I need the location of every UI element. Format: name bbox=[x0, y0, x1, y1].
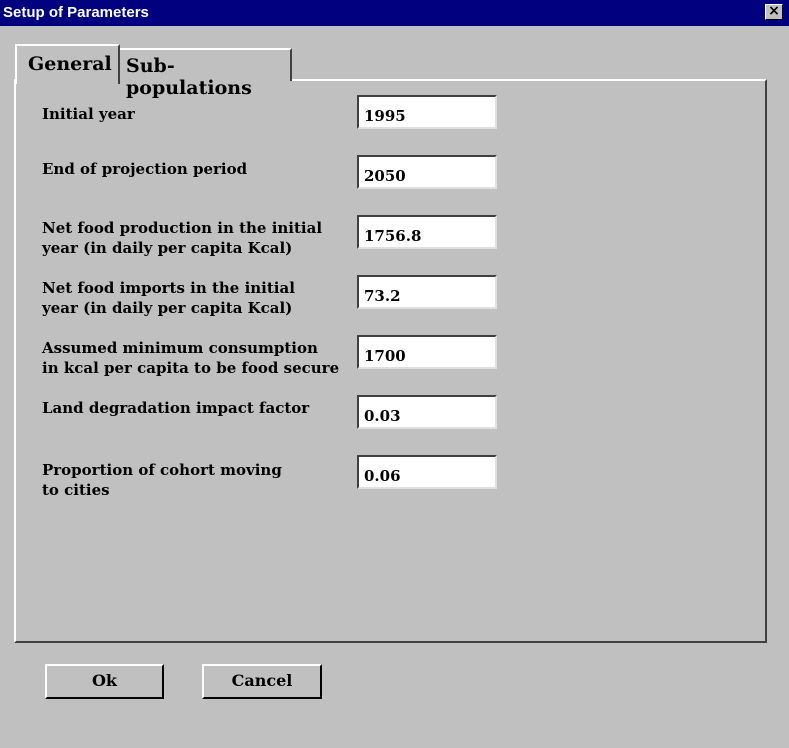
net-food-imports-label: Net food imports in the initial year (in… bbox=[42, 279, 295, 317]
cancel-button[interactable]: Cancel bbox=[202, 664, 322, 699]
initial-year-input[interactable] bbox=[357, 95, 497, 129]
net-food-imports-input[interactable] bbox=[357, 275, 497, 309]
cohort-moving-input[interactable] bbox=[357, 455, 497, 489]
close-button[interactable]: × bbox=[765, 4, 783, 20]
tab-general-label: General bbox=[28, 53, 112, 75]
ok-button[interactable]: Ok bbox=[45, 664, 164, 699]
initial-year-label: Initial year bbox=[42, 105, 135, 123]
tab-sub-populations-label: Sub-populations bbox=[126, 55, 252, 99]
end-of-projection-label: End of projection period bbox=[42, 160, 248, 178]
tab-sub-populations[interactable]: Sub-populations bbox=[120, 48, 292, 99]
cohort-moving-label: Proportion of cohort moving to cities bbox=[42, 461, 282, 499]
net-food-production-input[interactable] bbox=[357, 215, 497, 249]
cancel-button-label: Cancel bbox=[231, 671, 293, 690]
ok-button-label: Ok bbox=[91, 671, 118, 690]
close-icon: × bbox=[768, 3, 780, 19]
end-of-projection-input[interactable] bbox=[357, 155, 497, 189]
land-degradation-input[interactable] bbox=[357, 395, 497, 429]
title-bar: Setup of Parameters × bbox=[0, 0, 789, 26]
window-title: Setup of Parameters bbox=[3, 4, 149, 21]
net-food-production-label: Net food production in the initial year … bbox=[42, 219, 323, 257]
minimum-consumption-input[interactable] bbox=[357, 335, 497, 369]
land-degradation-label: Land degradation impact factor bbox=[42, 399, 310, 417]
minimum-consumption-label: Assumed minimum consumption in kcal per … bbox=[42, 339, 340, 377]
tab-general[interactable]: General bbox=[15, 44, 120, 84]
